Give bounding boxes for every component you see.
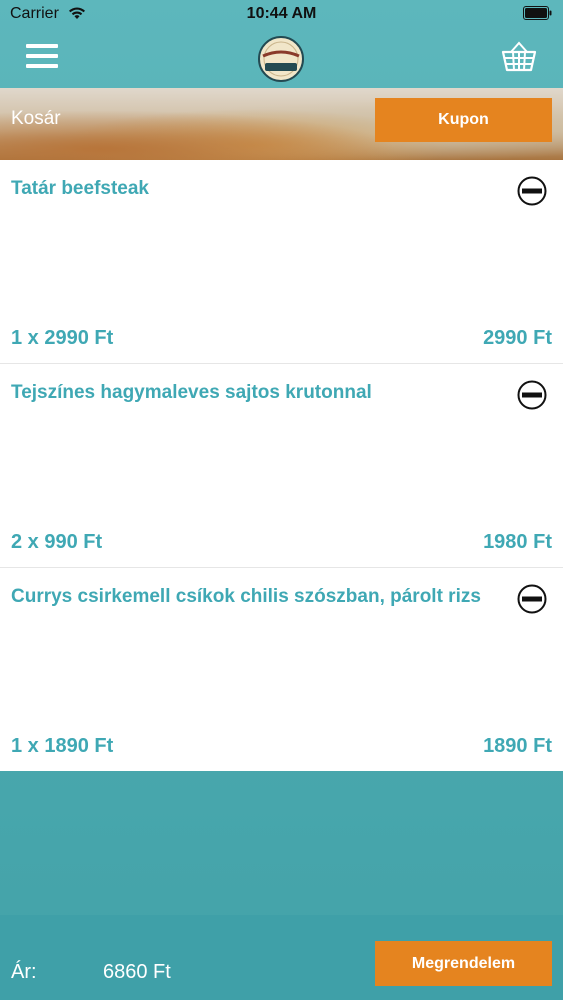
item-quantity-price: 2 x 990 Ft	[11, 531, 103, 553]
item-quantity-price: 1 x 1890 Ft	[11, 735, 114, 757]
hamburger-menu-icon[interactable]	[26, 44, 58, 68]
remove-item-icon[interactable]	[517, 176, 547, 206]
price-label: Ár:	[11, 961, 37, 983]
battery-icon	[523, 6, 553, 20]
cart-list: Tatár beefsteak 1 x 2990 Ft 2990 Ft Tejs…	[0, 160, 563, 771]
cart-banner: Kosár Kupon	[0, 88, 563, 160]
item-name: Tejszínes hagymaleves sajtos krutonnal	[11, 382, 372, 403]
shopping-basket-icon[interactable]	[501, 40, 537, 72]
remove-item-icon[interactable]	[517, 584, 547, 614]
coupon-button[interactable]: Kupon	[375, 98, 552, 142]
status-time: 10:44 AM	[246, 5, 317, 22]
item-name: Currys csirkemell csíkok chilis szószban…	[11, 586, 481, 607]
nav-bar	[0, 30, 563, 88]
item-total: 2990 Ft	[483, 327, 552, 349]
remove-item-icon[interactable]	[517, 380, 547, 410]
price-total: 6860 Ft	[103, 961, 171, 983]
order-footer: Ár: 6860 Ft Megrendelem	[0, 915, 563, 1000]
status-bar: Carrier 10:44 AM	[0, 0, 563, 30]
item-total: 1890 Ft	[483, 735, 552, 757]
page-title: Kosár	[11, 108, 61, 129]
list-item: Tejszínes hagymaleves sajtos krutonnal 2…	[0, 364, 563, 568]
order-button[interactable]: Megrendelem	[375, 941, 552, 986]
list-item: Tatár beefsteak 1 x 2990 Ft 2990 Ft	[0, 160, 563, 364]
restaurant-logo	[253, 34, 309, 84]
list-item: Currys csirkemell csíkok chilis szószban…	[0, 568, 563, 771]
item-total: 1980 Ft	[483, 531, 552, 553]
item-quantity-price: 1 x 2990 Ft	[11, 327, 114, 349]
item-name: Tatár beefsteak	[11, 178, 149, 199]
